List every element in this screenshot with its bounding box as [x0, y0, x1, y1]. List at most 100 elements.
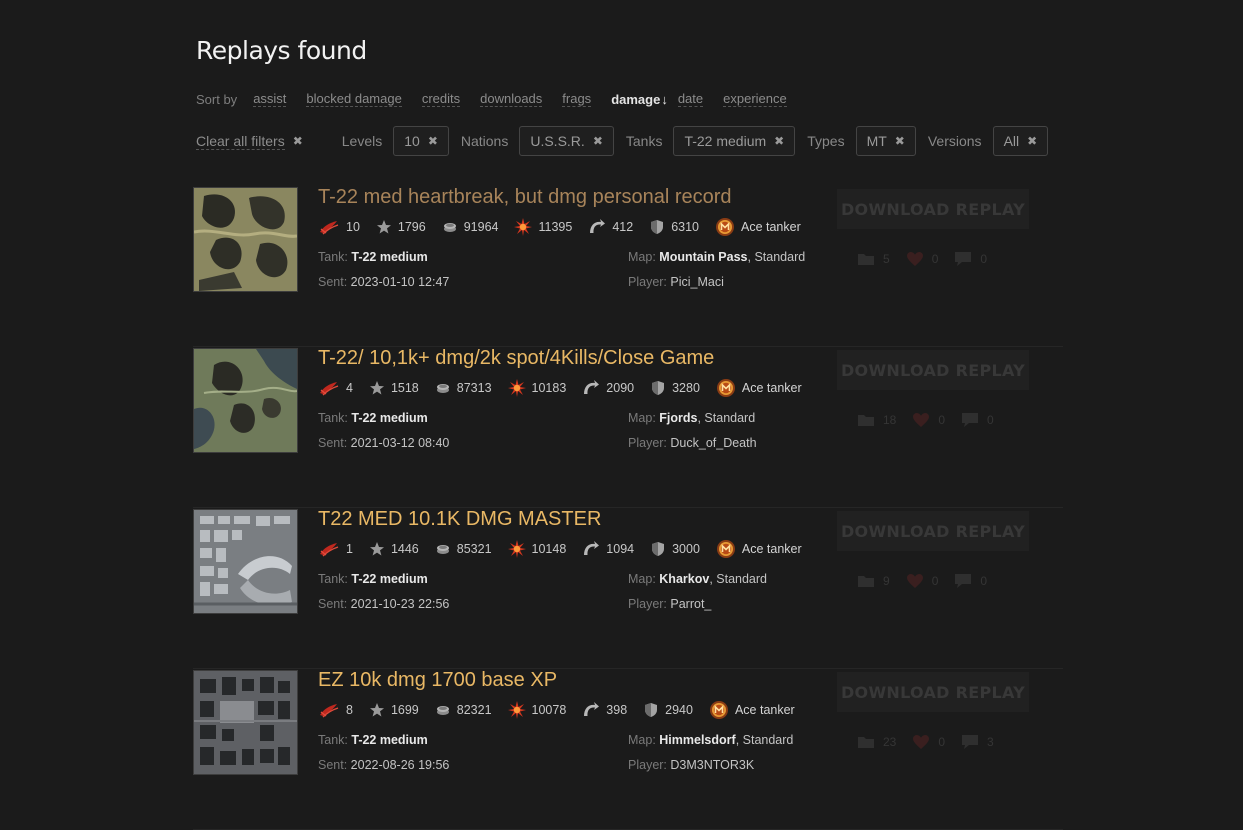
filter-tanks-value: T-22 medium — [684, 133, 767, 149]
likes-count: 0 — [938, 413, 946, 427]
stat-credits: 82321 — [435, 702, 492, 718]
filter-levels-chip[interactable]: 10 ✖ — [393, 126, 449, 156]
download-replay-button[interactable]: DOWNLOAD REPLAY — [837, 511, 1029, 551]
heart-icon — [906, 251, 924, 267]
sort-damage[interactable]: damage↓ — [611, 92, 668, 107]
likes-counter[interactable]: 0 — [906, 251, 938, 267]
player-name[interactable]: Parrot_ — [670, 597, 711, 611]
battle-mode: , Standard — [709, 572, 767, 586]
map-thumbnail[interactable] — [193, 509, 298, 614]
remove-filter-icon[interactable]: ✖ — [895, 134, 905, 148]
filter-versions-label: Versions — [927, 133, 982, 149]
sort-credits[interactable]: credits — [421, 91, 461, 107]
comments-counter[interactable]: 3 — [961, 734, 994, 750]
sent-date: 2021-10-23 22:56 — [350, 597, 450, 611]
replay-list: T-22 med heartbreak, but dmg personal re… — [193, 186, 1063, 830]
stat-frags: 1 — [318, 541, 353, 557]
sent-key: Sent: — [318, 275, 348, 289]
player-key: Player: — [628, 436, 667, 450]
player-name[interactable]: Duck_of_Death — [670, 436, 756, 450]
assist-icon — [582, 541, 600, 557]
filter-nations-value: U.S.S.R. — [530, 133, 585, 149]
stat-mastery: Ace tanker — [716, 378, 802, 398]
filter-types-chip[interactable]: MT ✖ — [855, 126, 916, 156]
replay-item: T-22 med heartbreak, but dmg personal re… — [193, 186, 1063, 347]
comments-counter[interactable]: 0 — [954, 251, 987, 267]
download-replay-button[interactable]: DOWNLOAD REPLAY — [837, 189, 1029, 229]
assist-icon — [588, 219, 606, 235]
star-icon — [376, 219, 392, 235]
tank-name: T-22 medium — [351, 250, 428, 264]
clear-all-filters-label: Clear all filters — [196, 132, 285, 150]
stat-blocked: 3000 — [650, 541, 700, 557]
damage-icon — [508, 540, 526, 558]
star-icon — [369, 541, 385, 557]
map-name: Fjords — [659, 411, 698, 425]
filter-nations-chip[interactable]: U.S.S.R. ✖ — [519, 126, 614, 156]
replay-info-row: Tank: T-22 medium Map: Mountain Pass, St… — [318, 250, 805, 264]
replay-title-link[interactable]: T-22 med heartbreak, but dmg personal re… — [318, 186, 732, 209]
remove-filter-icon[interactable]: ✖ — [428, 134, 438, 148]
filter-tanks-chip[interactable]: T-22 medium ✖ — [673, 126, 796, 156]
assist-value: 398 — [606, 703, 628, 717]
replay-counters: 18 0 0 — [857, 411, 1010, 429]
comment-icon — [954, 251, 972, 267]
replay-stats: 8 1699 82321 10078 398 2940 Ace tanker — [318, 701, 811, 719]
replay-title-link[interactable]: T22 MED 10.1K DMG MASTER — [318, 508, 601, 531]
likes-counter[interactable]: 0 — [906, 573, 938, 589]
map-name: Mountain Pass — [659, 250, 748, 264]
comments-counter[interactable]: 0 — [954, 573, 987, 589]
download-replay-button[interactable]: DOWNLOAD REPLAY — [837, 350, 1029, 390]
blocked-value: 2940 — [665, 703, 693, 717]
stat-blocked: 2940 — [643, 702, 693, 718]
replay-title-link[interactable]: T-22/ 10,1k+ dmg/2k spot/4Kills/Close Ga… — [318, 347, 714, 370]
stat-spotted: 1796 — [376, 219, 426, 235]
damage-value: 10148 — [531, 542, 567, 556]
remove-filter-icon[interactable]: ✖ — [593, 134, 603, 148]
map-thumbnail[interactable] — [193, 670, 298, 775]
player-name[interactable]: D3M3NTOR3K — [670, 758, 754, 772]
replay-info-row: Sent: 2023-01-10 12:47 Player: Pici_Maci — [318, 275, 724, 289]
clear-all-filters-button[interactable]: Clear all filters ✖ — [196, 133, 303, 150]
sort-date[interactable]: date — [677, 91, 704, 107]
map-thumbnail[interactable] — [193, 348, 298, 453]
comments-counter[interactable]: 0 — [961, 412, 994, 428]
download-replay-button[interactable]: DOWNLOAD REPLAY — [837, 672, 1029, 712]
filter-versions-chip[interactable]: All ✖ — [992, 126, 1049, 156]
replay-title-link[interactable]: EZ 10k dmg 1700 base XP — [318, 669, 557, 692]
assist-icon — [582, 702, 600, 718]
likes-counter[interactable]: 0 — [912, 734, 945, 750]
spotted-value: 1796 — [397, 220, 426, 234]
shield-icon — [649, 219, 665, 235]
replay-item: T22 MED 10.1K DMG MASTER 1 1446 85321 10… — [193, 508, 1063, 669]
spotted-value: 1518 — [390, 381, 419, 395]
sort-blocked-damage[interactable]: blocked damage — [306, 91, 402, 107]
stat-mastery: Ace tanker — [709, 700, 795, 720]
stat-frags: 4 — [318, 380, 353, 396]
map-thumbnail[interactable] — [193, 187, 298, 292]
replay-stats: 1 1446 85321 10148 1094 3000 Ace tanker — [318, 540, 818, 558]
sort-downloads[interactable]: downloads — [480, 91, 543, 107]
blocked-value: 3000 — [672, 542, 700, 556]
map-info: Map: Mountain Pass, Standard — [628, 250, 805, 264]
remove-filter-icon[interactable]: ✖ — [774, 134, 784, 148]
downloads-count: 9 — [883, 574, 890, 588]
tank-name: T-22 medium — [351, 411, 428, 425]
folder-icon — [857, 251, 875, 267]
credits-value: 91964 — [463, 220, 499, 234]
sort-experience[interactable]: experience — [723, 91, 787, 107]
mastery-label: Ace tanker — [741, 542, 802, 556]
assist-value: 412 — [612, 220, 634, 234]
stat-blocked: 3280 — [650, 380, 700, 396]
player-key: Player: — [628, 597, 667, 611]
sort-assist[interactable]: assist — [253, 91, 287, 107]
sort-frags[interactable]: frags — [562, 91, 592, 107]
map-key: Map: — [628, 411, 656, 425]
remove-filter-icon[interactable]: ✖ — [1027, 134, 1037, 148]
filter-types-label: Types — [807, 133, 845, 149]
likes-counter[interactable]: 0 — [912, 412, 945, 428]
frags-value: 4 — [346, 381, 353, 395]
player-name[interactable]: Pici_Maci — [670, 275, 724, 289]
filter-tanks-label: Tanks — [625, 133, 663, 149]
replay-item: T-22/ 10,1k+ dmg/2k spot/4Kills/Close Ga… — [193, 347, 1063, 508]
